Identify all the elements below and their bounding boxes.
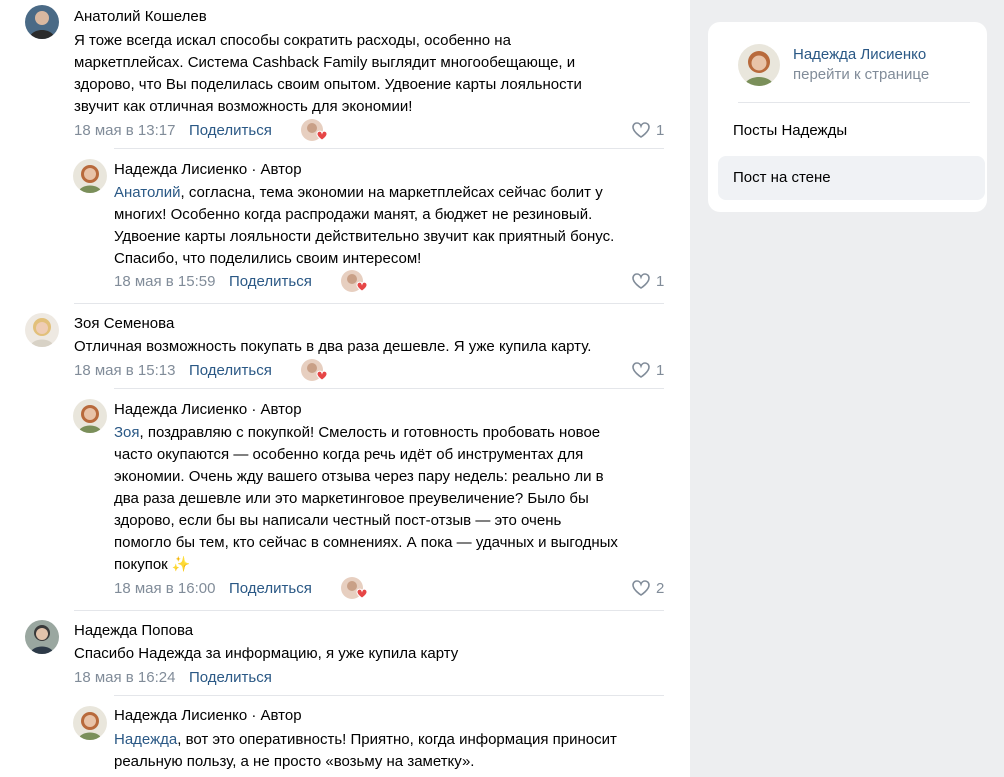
comment-author[interactable]: Надежда Лисиенко · Автор — [114, 401, 302, 418]
comments-feed: Анатолий Кошелев Я тоже всегда искал спо… — [0, 0, 690, 777]
mention-link[interactable]: Анатолий — [114, 184, 181, 201]
menu-item-posts[interactable]: Посты Надежды — [718, 109, 985, 153]
avatar[interactable] — [25, 620, 59, 654]
like-button[interactable]: 1 — [632, 362, 664, 379]
liked-by-author-icon — [300, 118, 332, 142]
right-sidebar: Надежда Лисиенко перейти к странице Пост… — [690, 0, 1004, 777]
profile-header[interactable]: Надежда Лисиенко перейти к странице — [738, 44, 978, 88]
avatar[interactable] — [738, 44, 780, 91]
divider — [738, 102, 970, 103]
divider — [74, 303, 664, 304]
like-button[interactable]: 2 — [632, 580, 664, 597]
like-button[interactable]: 1 — [632, 273, 664, 290]
comment-text: Я тоже всегда искал способы сократить ра… — [74, 32, 582, 115]
comment-text: Зоя, поздравляю с покупкой! Смелость и г… — [114, 424, 618, 573]
mention-link[interactable]: Зоя — [114, 424, 140, 441]
divider — [74, 610, 664, 611]
share-button[interactable]: Поделиться — [229, 273, 312, 290]
mention-link[interactable]: Надежда — [114, 731, 177, 748]
heart-icon — [632, 273, 650, 289]
avatar[interactable] — [73, 706, 107, 740]
comment-timestamp[interactable]: 18 мая в 15:13 — [74, 362, 175, 379]
comment-text: Надежда, вот это оперативность! Приятно,… — [114, 731, 617, 770]
avatar[interactable] — [73, 159, 107, 193]
avatar[interactable] — [73, 399, 107, 433]
comment-timestamp[interactable]: 18 мая в 13:17 — [74, 122, 175, 139]
profile-page-link[interactable]: перейти к странице — [793, 66, 929, 83]
comment-timestamp[interactable]: 18 мая в 16:24 — [74, 669, 175, 686]
comment-text: Спасибо Надежда за информацию, я уже куп… — [74, 645, 459, 662]
comment-text: Анатолий, согласна, тема экономии на мар… — [114, 184, 615, 267]
heart-icon — [632, 362, 650, 378]
profile-name[interactable]: Надежда Лисиенко — [793, 46, 926, 63]
divider — [114, 695, 664, 696]
divider — [114, 388, 664, 389]
avatar[interactable] — [25, 5, 59, 39]
liked-by-author-icon — [340, 269, 372, 293]
heart-icon — [632, 122, 650, 138]
comment-author[interactable]: Надежда Лисиенко · Автор — [114, 707, 302, 724]
profile-card: Надежда Лисиенко перейти к странице Пост… — [708, 22, 987, 212]
liked-by-author-icon — [300, 358, 332, 382]
comment-author[interactable]: Надежда Попова — [74, 622, 193, 639]
menu-item-wall-post[interactable]: Пост на стене — [718, 156, 985, 200]
comment-author[interactable]: Анатолий Кошелев — [74, 8, 207, 25]
share-button[interactable]: Поделиться — [229, 580, 312, 597]
comment-author[interactable]: Зоя Семенова — [74, 315, 174, 332]
comment-timestamp[interactable]: 18 мая в 15:59 — [114, 273, 215, 290]
comment-author[interactable]: Надежда Лисиенко · Автор — [114, 161, 302, 178]
avatar[interactable] — [25, 313, 59, 347]
like-button[interactable]: 1 — [632, 122, 664, 139]
share-button[interactable]: Поделиться — [189, 669, 272, 686]
divider — [114, 148, 664, 149]
share-button[interactable]: Поделиться — [189, 122, 272, 139]
comment-text: Отличная возможность покупать в два раза… — [74, 338, 592, 355]
share-button[interactable]: Поделиться — [189, 362, 272, 379]
heart-icon — [632, 580, 650, 596]
comment-timestamp[interactable]: 18 мая в 16:00 — [114, 580, 215, 597]
liked-by-author-icon — [340, 576, 372, 600]
